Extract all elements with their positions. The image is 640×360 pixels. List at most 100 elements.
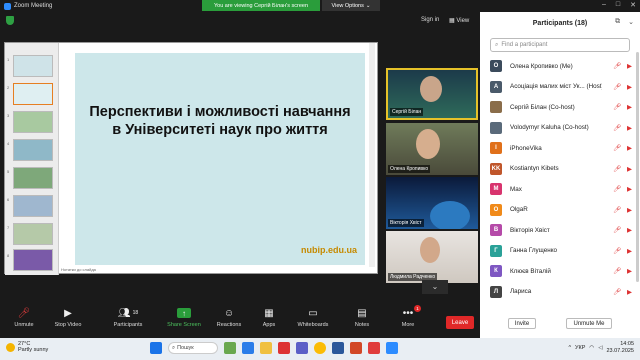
- video-tile[interactable]: Сергій Білан: [386, 68, 478, 120]
- invite-button[interactable]: Invite: [508, 318, 536, 329]
- participant-row[interactable]: IiPhoneVika 🎤︎ ▶: [480, 138, 636, 159]
- slide-thumbnail[interactable]: [13, 111, 53, 133]
- speaker-icon[interactable]: ◁: [598, 345, 602, 351]
- reactions-button[interactable]: ☺ Reactions: [207, 308, 251, 329]
- share-screen-button[interactable]: ↑ Share Screen: [162, 308, 206, 328]
- participant-row[interactable]: Г Ганна Глущенко 🎤︎ ▶: [480, 241, 636, 262]
- microphone-muted-icon: 🎤︎: [612, 104, 621, 112]
- chevron-up-icon[interactable]: ^: [568, 345, 571, 351]
- stop-video-button[interactable]: ▶ Stop Video: [46, 308, 90, 329]
- shield-icon[interactable]: [6, 16, 14, 25]
- avatar: KK: [490, 162, 502, 175]
- more-label: More: [401, 322, 415, 328]
- apps-icon: ▦: [264, 307, 274, 319]
- participant-row[interactable]: KK Kostiantyn Kibets 🎤︎ ▶: [480, 159, 636, 180]
- file-explorer-icon[interactable]: [260, 342, 272, 354]
- unmute-button[interactable]: 🎤︎ Unmute: [2, 307, 46, 329]
- more-button[interactable]: ••• 1 More: [386, 305, 430, 328]
- whiteboards-label: Whiteboards: [297, 322, 329, 328]
- video-name-label: Вікторія Хвіст: [388, 219, 424, 227]
- current-slide: Перспективи і можливості навчання в Унів…: [75, 53, 365, 265]
- microphone-muted-icon: 🎤︎: [612, 206, 621, 214]
- clock[interactable]: 14:05 23.07.2025: [606, 341, 634, 355]
- participant-face: [420, 237, 440, 263]
- find-participant-input[interactable]: ⌕ Find a participant: [490, 38, 630, 52]
- participant-row[interactable]: К Клюєв Віталій 🎤︎ ▶: [480, 261, 636, 282]
- whiteboard-icon: ▭: [308, 307, 318, 319]
- apps-label: Apps: [262, 322, 276, 328]
- close-icon[interactable]: ✕: [630, 1, 636, 9]
- slide-scrollbar[interactable]: [369, 43, 375, 267]
- windows-start-icon[interactable]: [150, 342, 162, 354]
- taskbar-search[interactable]: ⌕ Пошук: [168, 342, 218, 354]
- zoom-icon[interactable]: [386, 342, 398, 354]
- participant-row[interactable]: A Асоціація малих міст Ук... (Host) 🎤︎ ▶: [480, 77, 636, 98]
- participant-list-scrollbar[interactable]: [636, 52, 639, 282]
- participant-row[interactable]: O Олена Кропивко (Me) 🎤︎ ▶: [480, 56, 636, 77]
- minimize-icon[interactable]: –: [602, 1, 606, 9]
- weather-widget[interactable]: 27°C Partly sunny: [6, 341, 48, 353]
- app-icon[interactable]: [368, 342, 380, 354]
- unmute-me-button[interactable]: Unmute Me: [566, 318, 612, 329]
- video-tile[interactable]: Вікторія Хвіст: [386, 177, 478, 229]
- participant-row[interactable]: Л Лариса 🎤︎ ▶: [480, 282, 636, 303]
- slide-thumbnail-selected[interactable]: [13, 83, 53, 105]
- gallery-scroll-down-icon[interactable]: ⌄: [422, 280, 448, 294]
- participant-name: Олена Кропивко (Me): [510, 62, 573, 70]
- slide-thumbnail[interactable]: [13, 223, 53, 245]
- apps-button[interactable]: ▦ Apps: [247, 307, 291, 329]
- participant-name: Лариса: [510, 288, 532, 296]
- video-off-icon: ▶: [627, 206, 632, 214]
- maximize-icon[interactable]: □: [616, 1, 620, 9]
- slide-thumbnail[interactable]: [13, 55, 53, 77]
- avatar: I: [490, 142, 502, 155]
- participant-row[interactable]: O OlgaR 🎤︎ ▶: [480, 200, 636, 221]
- meeting-toolbar: 🎤︎ Unmute ▶ Stop Video 👥︎ 18 Participants…: [0, 305, 480, 338]
- popout-icon[interactable]: ⧉: [615, 18, 620, 26]
- participant-status-icons: 🎤︎ ▶: [613, 83, 632, 91]
- microphone-muted-icon: 🎤︎: [612, 288, 621, 296]
- slide-thumbnail[interactable]: [13, 167, 53, 189]
- reactions-label: Reactions: [216, 322, 242, 328]
- slide-thumbnail[interactable]: [13, 249, 53, 271]
- wifi-icon[interactable]: ◠: [589, 345, 594, 351]
- video-tile[interactable]: Олена Кропивко: [386, 123, 478, 175]
- close-panel-icon[interactable]: ⌄: [628, 18, 634, 26]
- teams-icon[interactable]: [296, 342, 308, 354]
- slide-thumbnail[interactable]: [13, 139, 53, 161]
- video-off-icon: ▶: [627, 165, 632, 173]
- edge-icon[interactable]: [242, 342, 254, 354]
- language-indicator[interactable]: УКР: [575, 345, 585, 351]
- widgets-icon[interactable]: [224, 342, 236, 354]
- whiteboards-button[interactable]: ▭ Whiteboards: [291, 307, 335, 329]
- acrobat-icon[interactable]: [278, 342, 290, 354]
- view-options-button[interactable]: View Options ⌄: [322, 0, 380, 11]
- chrome-icon[interactable]: [314, 342, 326, 354]
- avatar: В: [490, 224, 502, 237]
- view-button[interactable]: ▦ View: [449, 17, 469, 24]
- microphone-muted-icon: 🎤︎: [612, 145, 621, 153]
- notes-button[interactable]: ▤ Notes: [340, 308, 384, 329]
- participant-row[interactable]: В Вікторія Хвіст 🎤︎ ▶: [480, 220, 636, 241]
- date: 23.07.2025: [606, 348, 634, 354]
- participant-row[interactable]: Volodymyr Kaluha (Co-host) 🎤︎ ▶: [480, 118, 636, 139]
- microphone-muted-icon: 🎤︎: [612, 227, 621, 235]
- slide-thumbnail[interactable]: [13, 195, 53, 217]
- video-off-icon: ▶: [627, 288, 632, 296]
- participant-row[interactable]: M Max 🎤︎ ▶: [480, 179, 636, 200]
- word-icon[interactable]: [332, 342, 344, 354]
- sign-in-link[interactable]: Sign in: [421, 17, 439, 23]
- microphone-muted-icon: 🎤︎: [17, 307, 31, 319]
- unmute-label: Unmute: [14, 322, 34, 328]
- leave-button[interactable]: Leave: [446, 316, 474, 329]
- participants-button[interactable]: 👥︎ 18 Participants: [106, 308, 150, 329]
- video-tile[interactable]: Людмила Радченко: [386, 231, 478, 283]
- participant-name: Вікторія Хвіст: [510, 226, 550, 234]
- powerpoint-icon[interactable]: [350, 342, 362, 354]
- video-off-icon: ▶: [627, 268, 632, 276]
- participant-row[interactable]: Сергій Білан (Co-host) 🎤︎ ▶: [480, 97, 636, 118]
- participant-status-icons: 🎤︎ ▶: [613, 103, 632, 111]
- zoom-logo-icon: [4, 2, 11, 10]
- avatar: [490, 121, 502, 134]
- microphone-muted-icon: 🎤︎: [612, 165, 621, 173]
